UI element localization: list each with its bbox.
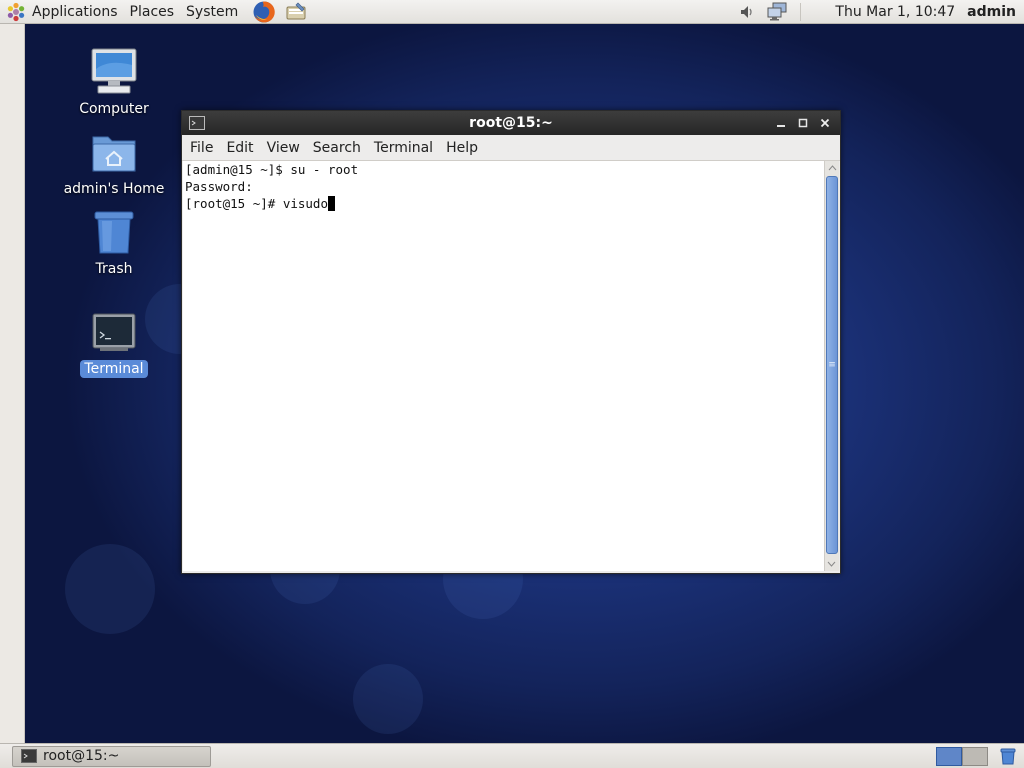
trash-applet[interactable] (998, 746, 1018, 766)
computer-icon (91, 48, 137, 94)
trash-icon (1000, 748, 1016, 765)
workspace-2[interactable] (962, 746, 988, 766)
panel-separator (800, 2, 802, 21)
firefox-icon (253, 0, 275, 22)
top-panel: Applications Places System Thu Mar 1, 10… (0, 0, 1024, 24)
network-button[interactable] (766, 1, 788, 23)
terminal-text-area[interactable]: [admin@15 ~]$ su - root Password: [root@… (183, 161, 824, 571)
system-menu-label: System (186, 3, 239, 20)
desktop-icon-trash[interactable]: Trash (64, 206, 164, 278)
desktop-icon-label: Terminal (80, 360, 148, 378)
menu-search[interactable]: Search (308, 140, 366, 156)
places-menu[interactable]: Places (124, 0, 181, 24)
firefox-launcher[interactable] (252, 0, 276, 24)
gnome-foot-icon (7, 2, 25, 21)
desktop-icon-computer[interactable]: Computer (64, 46, 164, 118)
terminal-small-icon[interactable] (189, 116, 205, 130)
menu-edit[interactable]: Edit (221, 140, 258, 156)
text-cursor (328, 196, 335, 211)
menu-terminal[interactable]: Terminal (369, 140, 438, 156)
volume-icon (741, 5, 753, 18)
window-controls (770, 113, 836, 133)
trash-icon (94, 211, 134, 254)
terminal-menubar: File Edit View Search Terminal Help (182, 135, 840, 161)
user-menu[interactable]: admin (967, 4, 1016, 20)
text-editor-launcher[interactable] (284, 0, 308, 24)
menu-file[interactable]: File (185, 140, 218, 156)
taskbar-window-label: root@15:~ (43, 748, 120, 764)
applications-menu-label: Applications (32, 3, 118, 20)
places-menu-label: Places (129, 3, 175, 20)
scroll-up-button[interactable] (825, 161, 839, 175)
terminal-line: [root@15 ~]# visudo (185, 196, 328, 211)
terminal-scrollbar[interactable]: ≡ (824, 161, 839, 571)
bokeh-decoration (353, 664, 423, 734)
taskbar-window-button[interactable]: root@15:~ (12, 745, 211, 767)
close-icon (820, 118, 830, 128)
desktop-icon-label: Computer (79, 101, 149, 117)
bottom-panel: root@15:~ (0, 743, 1024, 768)
minimize-button[interactable] (770, 113, 792, 133)
bokeh-decoration (65, 544, 155, 634)
workspace-1[interactable] (936, 746, 962, 766)
menu-view[interactable]: View (262, 140, 305, 156)
minimize-icon (777, 125, 785, 127)
window-title-bar[interactable]: root@15:~ (182, 111, 840, 135)
chevron-down-icon (827, 561, 836, 567)
volume-button[interactable] (736, 1, 758, 23)
terminal-icon (92, 313, 136, 351)
maximize-icon (798, 118, 808, 128)
terminal-window[interactable]: root@15:~ File Edit View Search Terminal… (181, 110, 841, 574)
text-editor-icon (286, 2, 306, 19)
desktop-icon-label: Trash (95, 261, 133, 277)
desktop-icon-terminal[interactable]: Terminal (64, 306, 164, 378)
applications-menu[interactable]: Applications (0, 0, 124, 24)
scrollbar-thumb[interactable]: ≡ (826, 176, 838, 554)
close-button[interactable] (814, 113, 836, 133)
terminal-icon (21, 749, 37, 763)
menu-help[interactable]: Help (441, 140, 483, 156)
network-icon (767, 2, 787, 20)
home-folder-icon (92, 136, 136, 172)
terminal-line: [admin@15 ~]$ su - root (185, 162, 359, 177)
workspace-switcher (936, 746, 1018, 767)
left-edge-strip (0, 24, 25, 743)
maximize-button[interactable] (792, 113, 814, 133)
scroll-down-button[interactable] (825, 557, 838, 571)
system-menu[interactable]: System (180, 0, 244, 24)
desktop-icon-label: admin's Home (63, 181, 165, 197)
window-title: root@15:~ (469, 115, 553, 131)
terminal-prompt-line: [root@15 ~]# visudo (183, 195, 824, 212)
terminal-line: Password: (185, 179, 253, 194)
clock[interactable]: Thu Mar 1, 10:47 (835, 4, 955, 20)
chevron-up-icon (828, 165, 836, 171)
desktop-icon-home[interactable]: admin's Home (64, 126, 164, 198)
